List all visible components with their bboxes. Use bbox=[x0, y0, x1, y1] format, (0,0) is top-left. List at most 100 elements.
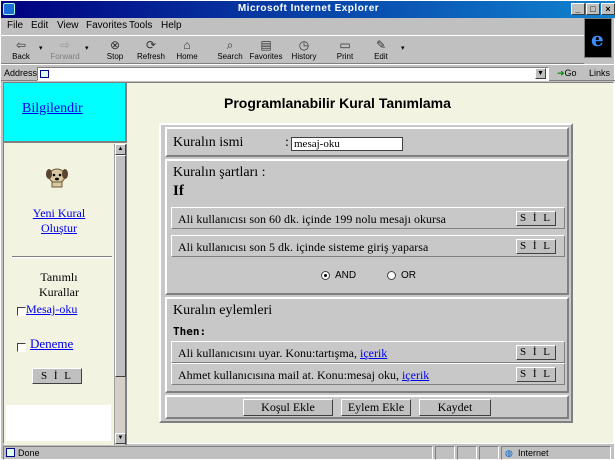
address-label: Address bbox=[4, 68, 38, 78]
left-blank-area bbox=[6, 405, 111, 441]
forward-button[interactable]: ⇨ Forward bbox=[47, 38, 83, 64]
back-dropdown-icon[interactable]: ▾ bbox=[39, 44, 43, 52]
address-dropdown-icon[interactable]: ▼ bbox=[535, 68, 546, 79]
dog-icon bbox=[46, 168, 68, 188]
delete-condition-button[interactable]: S İ L bbox=[516, 211, 556, 226]
save-button[interactable]: Kaydet bbox=[419, 399, 491, 416]
rule-link-deneme[interactable]: Deneme bbox=[30, 336, 73, 352]
rule-name-label: Kuralın ismi bbox=[173, 135, 244, 150]
menu-favorites[interactable]: Favorites bbox=[86, 20, 127, 31]
home-button[interactable]: ⌂ Home bbox=[169, 38, 205, 64]
toolbar: ⇦ Back ▾ ⇨ Forward ▾ ⊗ Stop ⟳ Refresh ⌂ Home … bbox=[1, 35, 584, 64]
rule-form: Kuralın ismi : mesaj-oku Kuralın şartlar… bbox=[159, 123, 573, 423]
status-panel bbox=[479, 446, 499, 460]
actions-label: Kuralın eylemleri bbox=[173, 303, 273, 318]
page-content: Bilgilendir Yeni Kural Oluştur Tanımlı Kur… bbox=[3, 82, 615, 445]
search-icon: ⌕ bbox=[226, 38, 234, 52]
status-bar: Done ◍ Internet bbox=[1, 445, 615, 460]
or-radio[interactable] bbox=[387, 271, 396, 280]
condition-text: Ali kullanıcısı son 5 dk. içinde sisteme… bbox=[178, 240, 429, 254]
condition-text: Ali kullanıcısı son 60 dk. içinde 199 no… bbox=[178, 212, 446, 226]
rule-name-panel: Kuralın ismi : mesaj-oku bbox=[165, 127, 569, 157]
and-radio[interactable] bbox=[321, 271, 330, 280]
page-title: Programlanabilir Kural Tanımlama bbox=[224, 95, 451, 111]
page-icon bbox=[40, 70, 49, 78]
menu-edit[interactable]: Edit bbox=[31, 20, 48, 31]
go-button[interactable]: ➜Go bbox=[557, 68, 577, 79]
close-button[interactable]: × bbox=[601, 3, 615, 15]
delete-rule-button[interactable]: S İ L bbox=[32, 368, 82, 384]
address-input[interactable]: ▼ bbox=[37, 67, 549, 81]
add-condition-button[interactable]: Koşul Ekle bbox=[243, 399, 333, 416]
delete-condition-button[interactable]: S İ L bbox=[516, 239, 556, 254]
condition-row: Ali kullanıcısı son 5 dk. içinde sisteme… bbox=[171, 235, 565, 257]
back-arrow-icon: ⇦ bbox=[15, 38, 27, 52]
action-text: Ahmet kullanıcısına mail at. Konu:mesaj … bbox=[178, 368, 430, 382]
or-label: OR bbox=[401, 270, 416, 281]
back-button[interactable]: ⇦ Back bbox=[3, 38, 39, 64]
stop-icon: ⊗ bbox=[109, 38, 121, 52]
left-nav-frame: Yeni Kural Oluştur Tanımlı Kurallar Mesaj-… bbox=[4, 144, 127, 445]
scroll-up-icon[interactable]: ▲ bbox=[115, 144, 126, 155]
bilgilendir-link[interactable]: Bilgilendir bbox=[22, 101, 83, 117]
search-button[interactable]: ⌕ Search bbox=[212, 38, 248, 64]
links-button[interactable]: Links bbox=[589, 68, 610, 78]
add-action-button[interactable]: Eylem Ekle bbox=[341, 399, 411, 416]
then-label: Then: bbox=[173, 325, 207, 338]
edit-dropdown-icon[interactable]: ▾ bbox=[401, 44, 405, 52]
delete-action-button[interactable]: S İ L bbox=[516, 345, 556, 360]
content-link[interactable]: içerik bbox=[402, 368, 429, 382]
left-scrollbar[interactable]: ▲ ▼ bbox=[114, 144, 126, 445]
browser-window: Microsoft Internet Explorer _ □ × File E… bbox=[0, 0, 615, 460]
menu-file[interactable]: File bbox=[7, 20, 23, 31]
maximize-button[interactable]: □ bbox=[586, 3, 600, 15]
delete-action-button[interactable]: S İ L bbox=[516, 367, 556, 382]
scroll-thumb[interactable] bbox=[115, 155, 126, 377]
history-icon: ◷ bbox=[298, 38, 310, 52]
page-done-icon bbox=[6, 448, 15, 457]
condition-row: Ali kullanıcısı son 60 dk. içinde 199 no… bbox=[171, 207, 565, 229]
menu-view[interactable]: View bbox=[57, 20, 79, 31]
history-button[interactable]: ◷ History bbox=[286, 38, 322, 64]
favorites-button[interactable]: ▤ Favorites bbox=[248, 38, 284, 64]
printer-icon: ▭ bbox=[339, 38, 351, 52]
minimize-button[interactable]: _ bbox=[571, 3, 585, 15]
rule-checkbox-deneme[interactable] bbox=[17, 343, 26, 352]
globe-icon: ◍ bbox=[505, 448, 513, 458]
and-label: AND bbox=[335, 270, 357, 281]
window-title: Microsoft Internet Explorer bbox=[237, 3, 380, 14]
action-row: Ali kullanıcısını uyar. Konu:tartışma, i… bbox=[171, 341, 565, 363]
rule-name-colon: : bbox=[285, 135, 289, 150]
main-frame: Programlanabilir Kural Tanımlama Kuralın… bbox=[129, 83, 615, 445]
ie-logo: e bbox=[584, 18, 612, 58]
actions-panel: Kuralın eylemleri Then: Ali kullanıcısın… bbox=[165, 297, 569, 393]
refresh-icon: ⟳ bbox=[145, 38, 157, 52]
stop-button[interactable]: ⊗ Stop bbox=[97, 38, 133, 64]
status-panel bbox=[435, 446, 455, 460]
rule-checkbox-mesaj-oku[interactable] bbox=[17, 307, 26, 316]
action-buttons-panel: Koşul Ekle Eylem Ekle Kaydet bbox=[165, 395, 569, 419]
menu-bar: File Edit View Favorites Tools Help bbox=[1, 18, 615, 35]
conditions-label: Kuralın şartları : bbox=[173, 165, 266, 180]
forward-dropdown-icon[interactable]: ▾ bbox=[85, 44, 89, 52]
menu-help[interactable]: Help bbox=[161, 20, 182, 31]
content-link[interactable]: içerik bbox=[360, 346, 387, 360]
action-row: Ahmet kullanıcısına mail at. Konu:mesaj … bbox=[171, 363, 565, 385]
new-rule-link[interactable]: Yeni Kural Oluştur bbox=[24, 206, 94, 236]
go-arrow-icon: ➜ bbox=[557, 68, 565, 78]
address-bar: Address ▼ ➜Go Links bbox=[1, 64, 615, 81]
defined-rules-heading: Tanımlı Kurallar bbox=[39, 270, 79, 299]
refresh-button[interactable]: ⟳ Refresh bbox=[133, 38, 169, 64]
divider bbox=[12, 256, 112, 258]
edit-icon: ✎ bbox=[375, 38, 387, 52]
forward-arrow-icon: ⇨ bbox=[59, 38, 71, 52]
scroll-down-icon[interactable]: ▼ bbox=[115, 433, 126, 444]
title-bar: Microsoft Internet Explorer _ □ × bbox=[1, 1, 615, 18]
rule-name-input[interactable]: mesaj-oku bbox=[291, 137, 403, 151]
conditions-panel: Kuralın şartları : If Ali kullanıcısı so… bbox=[165, 159, 569, 295]
menu-tools[interactable]: Tools bbox=[129, 20, 152, 31]
rule-link-mesaj-oku[interactable]: Mesaj-oku bbox=[26, 302, 77, 317]
edit-button[interactable]: ✎ Edit bbox=[363, 38, 399, 64]
print-button[interactable]: ▭ Print bbox=[327, 38, 363, 64]
home-icon: ⌂ bbox=[183, 38, 191, 52]
